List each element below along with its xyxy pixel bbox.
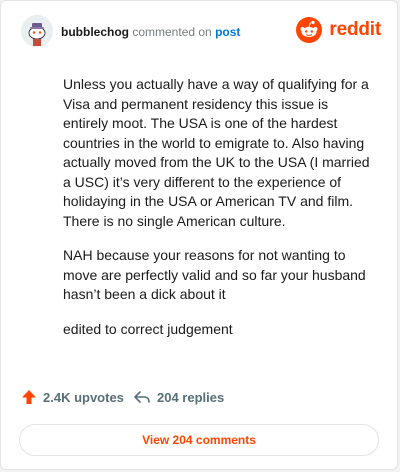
upvote-button[interactable]: 2.4K upvotes bbox=[21, 389, 124, 405]
username-link[interactable]: bubblechog bbox=[61, 25, 129, 39]
comment-paragraph: Unless you actually have a way of qualif… bbox=[63, 76, 370, 229]
post-link[interactable]: post bbox=[215, 25, 240, 39]
comment-actions: 2.4K upvotes 204 replies bbox=[21, 389, 377, 411]
byline-action-text: commented on bbox=[132, 25, 212, 39]
comment-body: Unless you actually have a way of qualif… bbox=[63, 75, 375, 354]
comment-paragraph: NAH because your reasons for not wanting… bbox=[63, 247, 366, 302]
avatar[interactable] bbox=[21, 15, 53, 47]
reply-arrow-icon bbox=[134, 391, 150, 403]
byline: bubblechog commented on post bbox=[61, 25, 240, 39]
replies-button[interactable]: 204 replies bbox=[133, 389, 224, 405]
view-comments-button[interactable]: View 204 comments bbox=[19, 424, 379, 456]
reddit-wordmark: reddit bbox=[329, 19, 381, 40]
reddit-logo-icon bbox=[295, 17, 322, 43]
snoo-avatar-icon bbox=[21, 15, 53, 47]
reply-count: 204 replies bbox=[157, 389, 225, 405]
upvote-arrow-icon bbox=[22, 390, 36, 404]
comment-header: bubblechog commented on post reddit bbox=[21, 15, 381, 55]
comment-paragraph: edited to correct judgement bbox=[63, 320, 233, 337]
comment-card: bubblechog commented on post reddit Unle… bbox=[0, 0, 398, 470]
upvote-count: 2.4K upvotes bbox=[43, 389, 124, 405]
reddit-brand[interactable]: reddit bbox=[295, 17, 381, 45]
